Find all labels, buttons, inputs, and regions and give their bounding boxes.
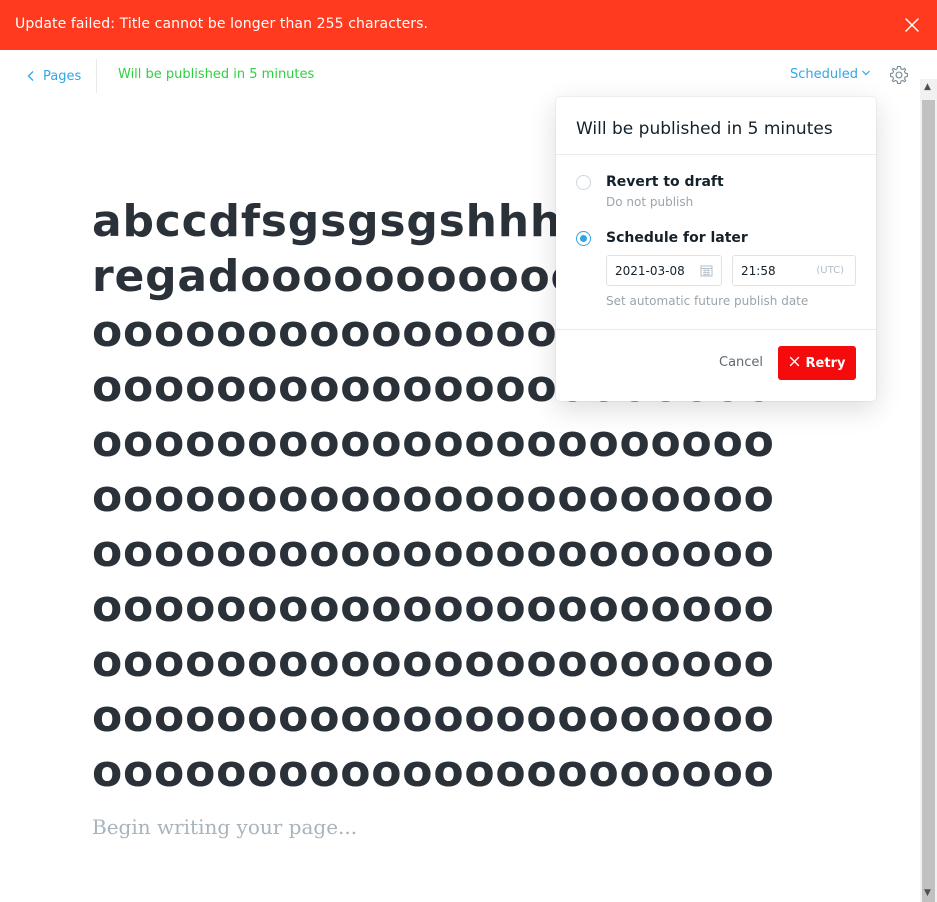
popover-divider — [556, 154, 876, 155]
option-revert-label[interactable]: Revert to draft — [606, 174, 724, 190]
time-value: 21:58 — [741, 264, 776, 278]
publish-menu-button[interactable]: Scheduled — [790, 67, 871, 82]
retry-button-label: Retry — [805, 355, 846, 371]
timezone-label: (UTC) — [816, 265, 844, 276]
editor-header: Pages Will be published in 5 minutes Sch… — [0, 50, 937, 100]
radio-schedule-for-later[interactable] — [576, 231, 591, 246]
publish-menu-label: Scheduled — [790, 67, 858, 82]
scrollbar[interactable]: ▲ ▼ — [920, 79, 937, 902]
schedule-hint: Set automatic future publish date — [606, 294, 809, 308]
scroll-up-icon[interactable]: ▲ — [924, 83, 931, 92]
header-divider — [96, 59, 97, 93]
back-to-pages-link[interactable]: Pages — [25, 67, 81, 85]
alert-message: Update failed: Title cannot be longer th… — [15, 16, 429, 32]
option-schedule-label[interactable]: Schedule for later — [606, 230, 748, 246]
publish-popover: Will be published in 5 minutes Revert to… — [556, 97, 876, 401]
date-field[interactable]: 2021-03-08 — [606, 255, 722, 286]
chevron-down-icon — [858, 67, 871, 82]
close-icon — [789, 356, 806, 371]
cancel-button[interactable]: Cancel — [719, 355, 763, 370]
popover-title: Will be published in 5 minutes — [576, 119, 833, 139]
time-field[interactable]: 21:58 (UTC) — [732, 255, 856, 286]
error-alert: Update failed: Title cannot be longer th… — [0, 0, 937, 50]
radio-revert-to-draft[interactable] — [576, 175, 591, 190]
scroll-down-icon[interactable]: ▼ — [924, 889, 931, 898]
retry-button[interactable]: Retry — [778, 346, 856, 380]
popover-footer-divider — [556, 329, 876, 330]
gear-icon[interactable] — [888, 64, 910, 86]
body-editor[interactable]: Begin writing your page... — [92, 815, 357, 839]
calendar-icon[interactable] — [700, 264, 713, 277]
date-value: 2021-03-08 — [615, 264, 685, 278]
publish-status: Will be published in 5 minutes — [118, 67, 315, 82]
close-icon[interactable] — [900, 13, 924, 37]
scrollbar-thumb[interactable] — [922, 100, 935, 902]
chevron-left-icon — [25, 70, 37, 82]
option-revert-sublabel: Do not publish — [606, 195, 694, 209]
back-link-label: Pages — [43, 68, 82, 84]
